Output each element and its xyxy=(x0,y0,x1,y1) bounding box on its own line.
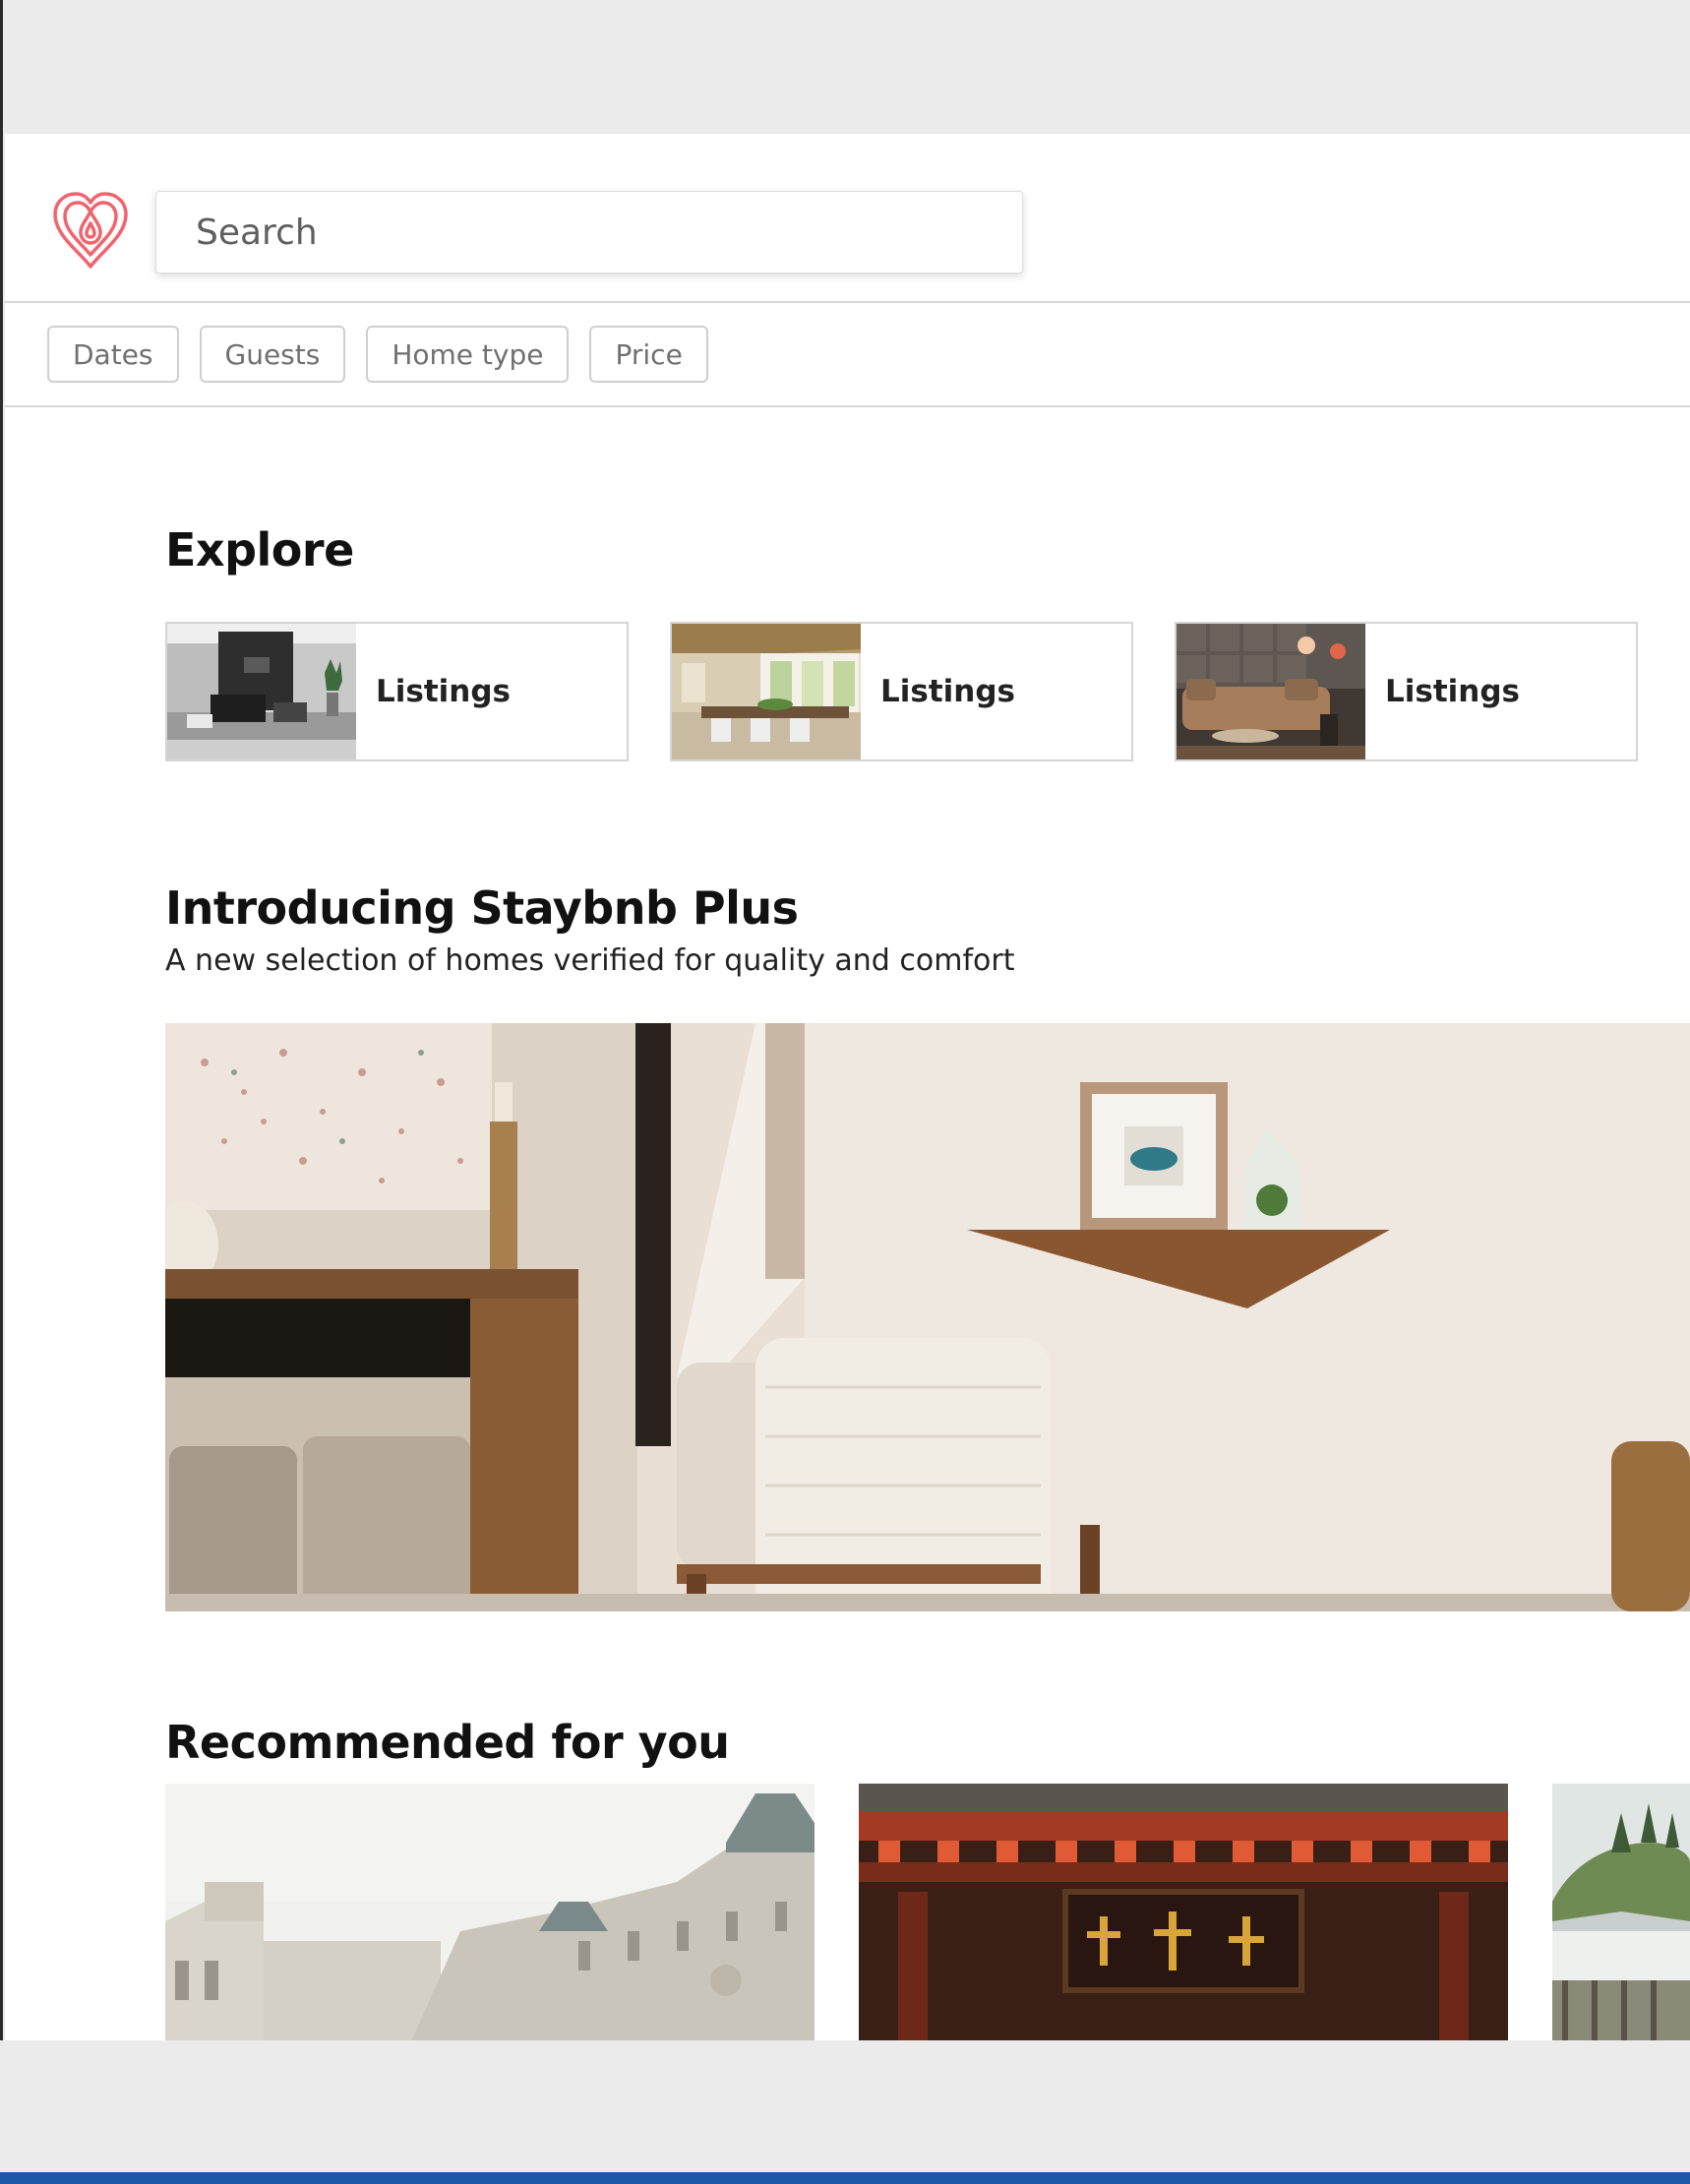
dining-room-thumbnail xyxy=(672,624,861,759)
filter-dates-button[interactable]: Dates xyxy=(47,326,179,383)
lounge-thumbnail xyxy=(1177,624,1365,759)
filter-divider xyxy=(5,405,1690,407)
window-bottom-chrome xyxy=(0,2040,1690,2184)
window-left-edge xyxy=(0,0,3,2046)
window-top-chrome xyxy=(0,0,1690,134)
app-surface: Dates Guests Home type Price Explore xyxy=(5,134,1690,2040)
explore-card-label: Listings xyxy=(880,674,1015,709)
explore-card-label: Listings xyxy=(1385,674,1520,709)
header-divider xyxy=(5,301,1690,303)
recommended-card-temple-gate[interactable] xyxy=(859,1784,1508,2040)
explore-cards: Listings Listings Listings xyxy=(165,622,1638,761)
plus-hero-image[interactable] xyxy=(165,1023,1690,1611)
filter-bar: Dates Guests Home type Price xyxy=(47,326,708,383)
living-room-thumbnail xyxy=(167,624,356,759)
explore-card-listings-3[interactable]: Listings xyxy=(1175,622,1638,761)
heart-drop-logo-icon[interactable] xyxy=(49,190,132,273)
search-input[interactable] xyxy=(155,191,1023,273)
status-bar-strip xyxy=(0,2172,1690,2184)
explore-title: Explore xyxy=(165,523,354,576)
recommended-card-waterfront[interactable] xyxy=(1552,1784,1690,2040)
explore-card-listings-2[interactable]: Listings xyxy=(670,622,1133,761)
recommended-card-building[interactable] xyxy=(165,1784,815,2040)
explore-card-label: Listings xyxy=(376,674,511,709)
plus-section-subtitle: A new selection of homes verified for qu… xyxy=(165,943,1015,978)
plus-section-title: Introducing Staybnb Plus xyxy=(165,881,799,935)
filter-guests-button[interactable]: Guests xyxy=(199,326,346,383)
filter-price-button[interactable]: Price xyxy=(589,326,708,383)
recommended-cards xyxy=(165,1784,1690,2040)
explore-card-listings-1[interactable]: Listings xyxy=(165,622,629,761)
recommended-title: Recommended for you xyxy=(165,1716,730,1769)
filter-home-type-button[interactable]: Home type xyxy=(366,326,570,383)
